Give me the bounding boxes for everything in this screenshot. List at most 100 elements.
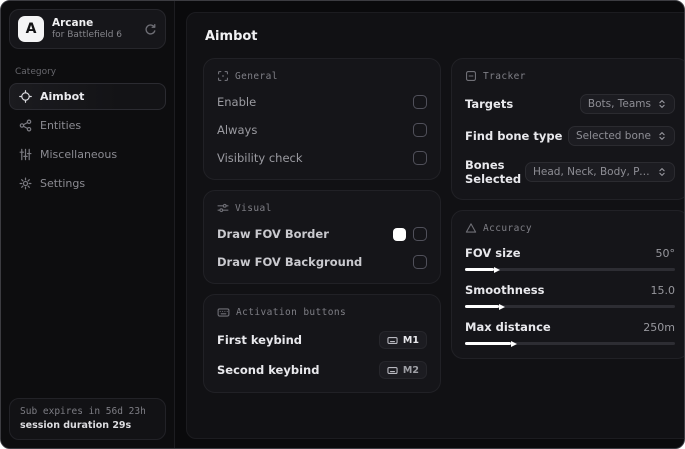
slider-label: FOV size [465, 246, 521, 260]
network-nodes-icon [19, 119, 32, 132]
max-distance-slider[interactable] [465, 342, 675, 345]
visual-card: Visual Draw FOV Border Draw FOV Backgrou… [203, 190, 441, 284]
left-column: General Enable Always Visibility check V… [203, 58, 441, 393]
app-subtitle: for Battlefield 6 [52, 29, 123, 40]
keyboard-icon [217, 306, 230, 319]
app-name: Arcane [52, 16, 94, 29]
sidebar-item-label: Aimbot [40, 90, 85, 103]
keybind-label: Second keybind [217, 363, 320, 377]
session-duration-text: session duration 29s [20, 420, 132, 431]
fov-size-slider-group: FOV size 50° [465, 246, 675, 271]
sidebar-item-label: Settings [40, 177, 86, 190]
sidebar-nav: Aimbot Entities Miscellaneous Settings [1, 83, 174, 199]
dropdown-value: Head, Neck, Body, Pe... [533, 166, 651, 178]
sidebar-item-settings[interactable]: Settings [9, 170, 166, 197]
draw-fov-background-checkbox[interactable] [413, 255, 427, 269]
dropdown-value: Selected bone [575, 130, 651, 142]
setting-label: Draw FOV Background [217, 255, 363, 269]
keybind-label: First keybind [217, 333, 303, 347]
card-title-label: General [235, 70, 278, 82]
dropdown-row: Bones Selected Head, Neck, Body, Pe... [465, 158, 675, 186]
slider-value: 250m [643, 320, 675, 334]
enable-checkbox[interactable] [413, 95, 427, 109]
keybind-row: First keybind M1 [217, 331, 427, 349]
brand-text: Arcane for Battlefield 6 [52, 17, 136, 41]
sidebar-item-aimbot[interactable]: Aimbot [9, 83, 166, 110]
always-checkbox[interactable] [413, 123, 427, 137]
slider-value: 15.0 [650, 283, 676, 297]
keybind-value: M1 [402, 334, 419, 346]
activation-card: Activation buttons First keybind M1 Seco… [203, 294, 441, 393]
fov-border-color-swatch[interactable] [393, 227, 406, 241]
sidebar-item-label: Entities [40, 119, 82, 132]
app-window: A Arcane for Battlefield 6 Category Aimb… [0, 0, 685, 449]
card-title-label: Activation buttons [236, 307, 347, 318]
page-title: Aimbot [205, 29, 258, 44]
targets-dropdown[interactable]: Bots, Teams [579, 94, 675, 114]
setting-row: Visibility check [217, 150, 427, 166]
setting-row: Enable [217, 94, 427, 110]
crosshair-icon [19, 90, 32, 103]
content-wrap: Aimbot General Enable Always Visibility … [175, 1, 684, 448]
draw-fov-border-checkbox[interactable] [413, 227, 427, 241]
first-keybind-button[interactable]: M1 [378, 331, 427, 349]
slider-fill[interactable] [465, 305, 499, 308]
sidebar-item-miscellaneous[interactable]: Miscellaneous [9, 141, 166, 168]
slider-fill[interactable] [465, 342, 512, 345]
dropdown-row: Find bone type Selected bone [465, 126, 675, 146]
dropdown-label: Find bone type [465, 129, 563, 143]
slider-fill[interactable] [465, 268, 495, 271]
brand-card: A Arcane for Battlefield 6 [9, 9, 166, 49]
setting-label: Draw FOV Border [217, 227, 329, 241]
slider-value: 50° [655, 246, 676, 260]
subscription-card: Sub expires in 56d 23h session duration … [9, 398, 166, 440]
chevrons-up-down-icon [657, 167, 667, 177]
keybind-value: M2 [402, 364, 419, 376]
sidebar-item-entities[interactable]: Entities [9, 112, 166, 139]
visibility-check-checkbox[interactable] [413, 151, 427, 165]
dropdown-value: Bots, Teams [587, 98, 651, 110]
dropdown-label: Targets [465, 97, 514, 111]
card-title-label: Tracker [483, 70, 526, 82]
second-keybind-button[interactable]: M2 [378, 361, 427, 379]
app-logo: A [18, 16, 44, 42]
refresh-icon[interactable] [144, 23, 157, 36]
tracker-card: Tracker Targets Bots, Teams Find bone ty… [451, 58, 684, 200]
category-label: Category [15, 67, 57, 77]
right-column: Tracker Targets Bots, Teams Find bone ty… [451, 58, 684, 359]
sidebar: A Arcane for Battlefield 6 Category Aimb… [1, 1, 175, 448]
triangle-icon [465, 222, 477, 234]
setting-row: Draw FOV Background [217, 254, 427, 270]
general-card: General Enable Always Visibility check [203, 58, 441, 180]
setting-row: Draw FOV Border [217, 226, 427, 242]
setting-label: Always [217, 123, 258, 137]
keyboard-icon [387, 335, 398, 346]
sidebar-item-label: Miscellaneous [40, 148, 118, 161]
bones-selected-dropdown[interactable]: Head, Neck, Body, Pe... [525, 162, 675, 182]
gear-icon [19, 177, 32, 190]
content-panel: Aimbot General Enable Always Visibility … [186, 12, 684, 439]
smoothness-slider[interactable] [465, 305, 675, 308]
chevrons-up-down-icon [657, 99, 667, 109]
fov-size-slider[interactable] [465, 268, 675, 271]
card-title-label: Accuracy [483, 222, 532, 234]
frame-minus-icon [465, 70, 477, 82]
sub-expires-text: Sub expires in 56d 23h [20, 406, 146, 417]
corners-icon [217, 70, 229, 82]
chevrons-up-down-icon [657, 131, 667, 141]
find-bone-type-dropdown[interactable]: Selected bone [567, 126, 675, 146]
dropdown-row: Targets Bots, Teams [465, 94, 675, 114]
setting-label: Visibility check [217, 151, 303, 165]
accuracy-card: Accuracy FOV size 50° Smoothness 15.0 Ma… [451, 210, 684, 359]
setting-row: Always [217, 122, 427, 138]
sliders-vertical-icon [19, 148, 32, 161]
keyboard-icon [387, 365, 398, 376]
slider-label: Smoothness [465, 283, 545, 297]
logo-letter: A [25, 21, 37, 37]
slider-label: Max distance [465, 320, 551, 334]
smoothness-slider-group: Smoothness 15.0 [465, 283, 675, 308]
card-title-label: Visual [235, 202, 272, 214]
setting-label: Enable [217, 95, 257, 109]
sliders-horizontal-icon [217, 202, 229, 214]
dropdown-label: Bones Selected [465, 158, 522, 186]
